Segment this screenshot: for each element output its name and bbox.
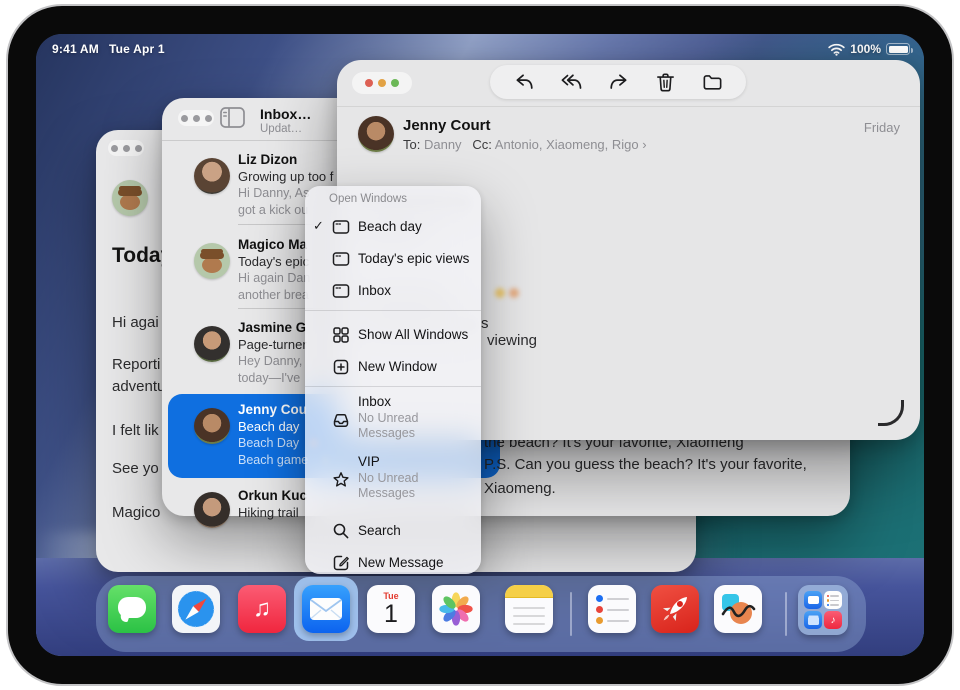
- star-icon: [332, 471, 350, 489]
- menu-item-inbox-mailbox[interactable]: Inbox No Unread Messages: [305, 394, 481, 450]
- message-date: Friday: [864, 120, 900, 135]
- checkmark-icon: ✓: [313, 218, 329, 234]
- avatar: [194, 408, 230, 444]
- dock-app-music[interactable]: ♫: [238, 585, 286, 633]
- envelope-icon: [302, 585, 350, 633]
- dock-divider: [570, 592, 572, 636]
- app-library-music-tile: ♪: [824, 611, 842, 629]
- dock-app-library[interactable]: ♪: [798, 585, 848, 635]
- status-bar-left: 9:41 AM Tue Apr 1: [52, 42, 165, 56]
- grid-icon: [332, 326, 350, 344]
- menu-item-show-all-windows[interactable]: Show All Windows: [305, 320, 481, 350]
- menu-item-inbox-window[interactable]: Inbox: [305, 276, 481, 306]
- body-fragment: s: [481, 315, 489, 332]
- message-pane-ps-line: Xiaomeng.: [484, 480, 556, 497]
- cc-label: Cc:: [472, 137, 492, 152]
- status-bar-right: 100%: [828, 42, 910, 56]
- folder-icon[interactable]: [701, 71, 724, 94]
- cc-value: Antonio, Xiaomeng, Rigo: [495, 137, 639, 152]
- menu-item-beach-day[interactable]: ✓ Beach day: [305, 212, 481, 242]
- reply-icon[interactable]: [513, 71, 536, 94]
- status-time: 9:41 AM: [52, 42, 99, 56]
- menu-header: Open Windows: [329, 193, 407, 205]
- ipad-screen: 9:41 AMTue Apr 1 100% Today Hi agai Repo…: [36, 34, 924, 656]
- menu-item-search[interactable]: Search: [305, 516, 481, 546]
- battery-percent: 100%: [850, 42, 881, 56]
- to-value: Danny: [424, 137, 462, 152]
- dock-app-messages[interactable]: [108, 585, 156, 633]
- chevron-right-icon: ›: [642, 137, 646, 152]
- menu-item-new-message[interactable]: New Message: [305, 548, 481, 574]
- rocket-icon: [651, 585, 699, 633]
- compose-icon: [332, 554, 350, 572]
- window-controls-pill[interactable]: [178, 110, 214, 126]
- speech-bubble-icon: [118, 597, 146, 618]
- app-library-mail-tile: [804, 591, 822, 609]
- dock-divider: [785, 592, 787, 636]
- calendar-day: 1: [367, 601, 415, 627]
- sender-name: Jenny Court: [403, 117, 491, 134]
- sidebar-toggle-icon[interactable]: [220, 107, 245, 128]
- menu-item-todays-epic-views[interactable]: Today's epic views: [305, 244, 481, 274]
- status-date: Tue Apr 1: [109, 42, 165, 56]
- freeform-squiggle-icon: [714, 585, 762, 633]
- dock-app-freeform[interactable]: [714, 585, 762, 633]
- trash-icon[interactable]: [654, 71, 677, 94]
- dock-app-photos[interactable]: [432, 585, 480, 633]
- inbox-tray-icon: [332, 411, 350, 429]
- avatar: [194, 326, 230, 362]
- inbox-subtitle: Updat…: [260, 123, 311, 135]
- window-icon: [332, 250, 350, 268]
- magnifier-icon: [332, 522, 350, 540]
- inbox-title: Inbox…: [260, 106, 311, 122]
- app-library-list-tile: [824, 591, 842, 609]
- dock-app-reminders[interactable]: [588, 585, 636, 633]
- emoji-blob: [509, 288, 519, 298]
- menu-item-vip-mailbox[interactable]: VIP No Unread Messages: [305, 454, 481, 510]
- mail-toolbar: [490, 65, 746, 99]
- dock-app-calendar[interactable]: Tue 1: [367, 585, 415, 633]
- wifi-icon: [828, 43, 845, 56]
- dock-app-rocket[interactable]: [651, 585, 699, 633]
- message-pane-ps-line: P.S. Can you guess the beach? It's your …: [484, 456, 807, 473]
- inbox-title-block: Inbox… Updat…: [260, 106, 311, 135]
- forward-icon[interactable]: [607, 71, 630, 94]
- window-controls-pill[interactable]: [108, 140, 144, 156]
- avatar: [194, 243, 230, 279]
- avatar: [112, 180, 148, 216]
- music-note-icon: ♫: [253, 595, 271, 623]
- avatar: [194, 492, 230, 528]
- dock: ♫ Tue 1: [96, 576, 866, 652]
- dock-app-mail[interactable]: [302, 585, 350, 633]
- window-icon: [332, 282, 350, 300]
- avatar: [194, 158, 230, 194]
- flower-icon: [436, 589, 476, 629]
- dock-app-safari[interactable]: [172, 585, 220, 633]
- compass-icon: [172, 585, 220, 633]
- open-windows-menu: Open Windows ✓ Beach day Today's epic vi…: [305, 186, 481, 574]
- emoji-blob: [495, 288, 505, 298]
- window-controls-pill[interactable]: [352, 72, 412, 94]
- window-resize-handle[interactable]: [878, 400, 904, 426]
- window-icon: [332, 218, 350, 236]
- reply-all-icon[interactable]: [560, 71, 583, 94]
- battery-icon: [886, 43, 910, 55]
- app-library-folder-tile: [804, 611, 822, 629]
- dock-app-notes[interactable]: [505, 585, 553, 633]
- sender-avatar[interactable]: [358, 116, 394, 152]
- body-fragment: viewing: [487, 332, 537, 349]
- recipients-line[interactable]: To: Danny Cc: Antonio, Xiaomeng, Rigo ›: [403, 137, 647, 152]
- ipad-device-frame: 9:41 AMTue Apr 1 100% Today Hi agai Repo…: [6, 4, 954, 686]
- menu-item-new-window[interactable]: New Window: [305, 352, 481, 382]
- new-window-icon: [332, 358, 350, 376]
- to-label: To:: [403, 137, 420, 152]
